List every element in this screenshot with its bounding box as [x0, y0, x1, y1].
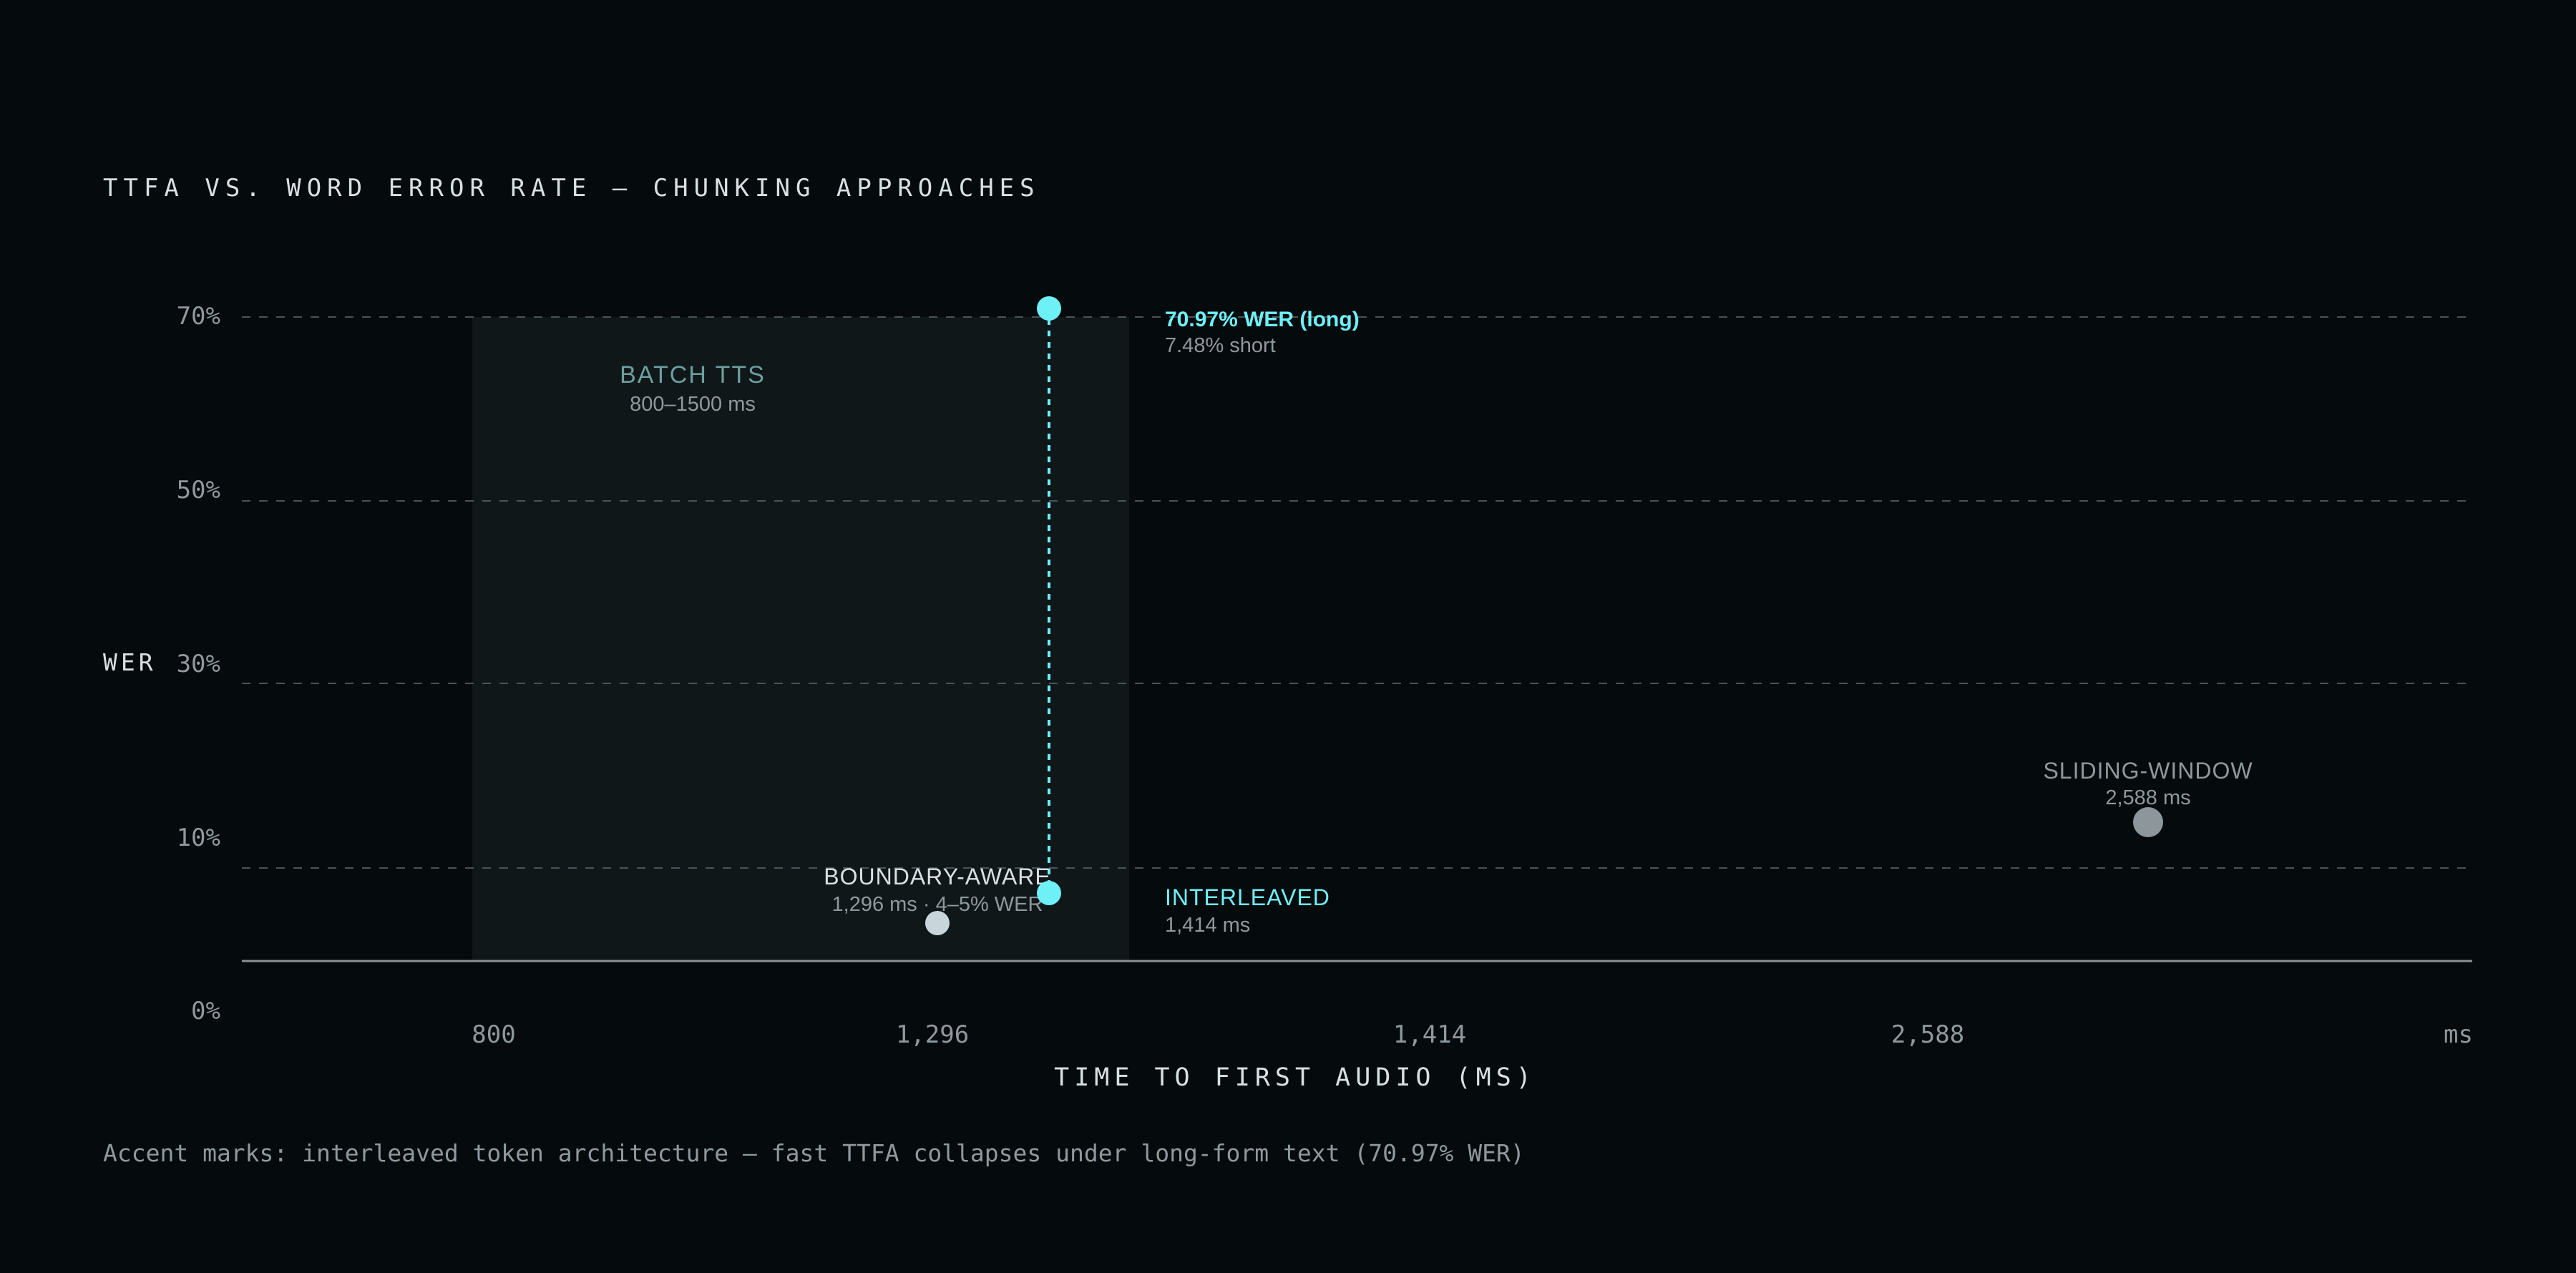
highlight-label: 70.97% WER (long) — [1165, 308, 1360, 331]
y-axis: WER 70% 50% 30% 10% 0% — [103, 302, 220, 1025]
x-axis-label: TIME TO FIRST AUDIO (MS) — [1054, 1063, 1536, 1092]
y-axis-label: WER — [103, 648, 157, 676]
x-tick-1296: 1,296 — [896, 1020, 969, 1049]
highlight-sublabel: 7.48% short — [1165, 334, 1276, 357]
point-sliding-window-detail: 2,588 ms — [2105, 786, 2190, 809]
y-tick-0: 0% — [191, 997, 220, 1025]
x-tick-800: 800 — [472, 1020, 515, 1049]
x-tick-2588: 2,588 — [1891, 1020, 1964, 1049]
chart-title: TTFA VS. WORD ERROR RATE — CHUNKING APPR… — [103, 174, 1040, 203]
footnote: Accent marks: interleaved token architec… — [103, 1139, 1525, 1167]
point-interleaved-label: INTERLEAVED — [1165, 884, 1330, 910]
x-axis: 800 1,296 1,414 2,588 ms TIME TO FIRST A… — [472, 1020, 2473, 1092]
x-unit-label: ms — [2444, 1020, 2473, 1049]
point-sliding-window-label: SLIDING-WINDOW — [2043, 758, 2253, 784]
point-sliding-window — [2133, 807, 2163, 837]
batch-tts-label: BATCH TTS — [620, 361, 766, 389]
chart: TTFA VS. WORD ERROR RATE — CHUNKING APPR… — [103, 174, 2473, 1167]
batch-tts-sublabel: 800–1500 ms — [630, 393, 756, 416]
point-boundary-aware-label: BOUNDARY-AWARE — [824, 864, 1050, 889]
point-boundary-aware-detail: 1,296 ms · 4–5% WER — [832, 893, 1043, 916]
highlight-point-long — [1037, 296, 1061, 321]
y-tick-30: 30% — [177, 650, 220, 678]
y-tick-50: 50% — [177, 476, 220, 504]
point-interleaved — [1037, 881, 1061, 905]
point-interleaved-detail: 1,414 ms — [1165, 914, 1250, 937]
y-tick-70: 70% — [177, 302, 220, 331]
y-tick-10: 10% — [177, 824, 220, 852]
x-tick-1414: 1,414 — [1393, 1020, 1466, 1049]
